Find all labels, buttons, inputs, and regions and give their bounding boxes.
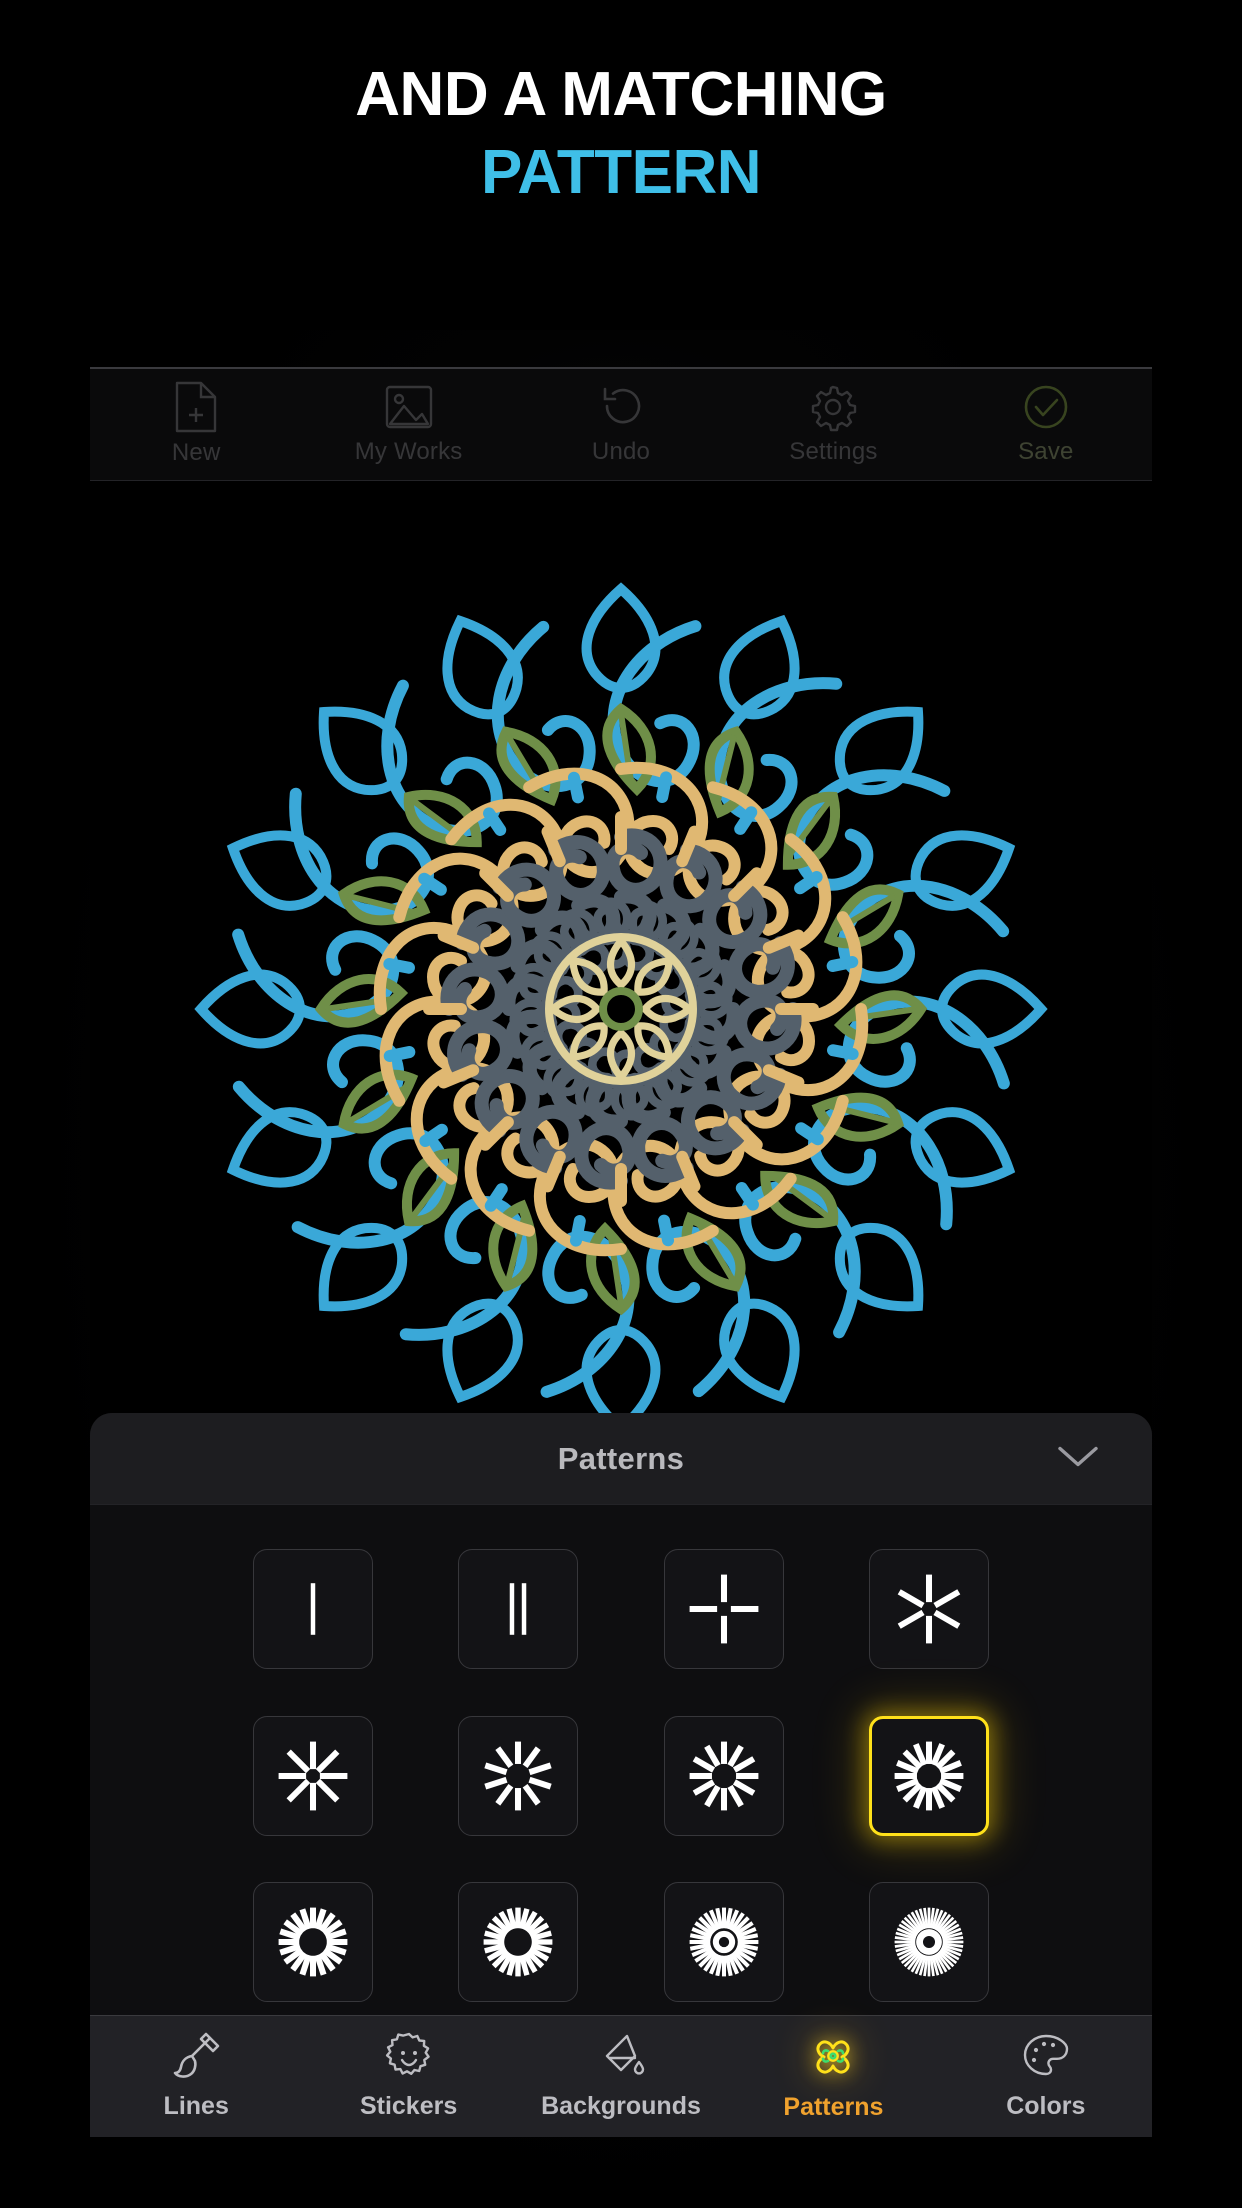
- brush-icon: [172, 2032, 220, 2085]
- nav-label-colors: Colors: [1006, 2092, 1086, 2120]
- toolbar-button-new[interactable]: New: [90, 381, 302, 467]
- pattern-12-spokes-glyph: [689, 1741, 759, 1811]
- pattern-48-spokes-glyph: [894, 1907, 964, 1977]
- pattern-1-line-glyph: [310, 1583, 315, 1635]
- patterns-panel-header: Patterns: [90, 1413, 1152, 1505]
- gear-icon: [808, 382, 858, 432]
- bottom-nav: Lines Stickers Backgrounds Patterns Colo…: [90, 2015, 1152, 2137]
- pattern-tile-9[interactable]: [252, 1882, 373, 2003]
- promo-header: AND A MATCHING PATTERN: [0, 0, 1242, 260]
- toolbar-button-undo[interactable]: Undo: [515, 382, 727, 466]
- pattern-16-spokes-glyph: [894, 1741, 964, 1811]
- pattern-tile-1[interactable]: [252, 1549, 373, 1669]
- pattern-tile-11[interactable]: [663, 1882, 784, 2003]
- pattern-6-spokes-glyph: [897, 1574, 961, 1644]
- nav-item-stickers[interactable]: Stickers: [302, 2032, 514, 2121]
- paint-bucket-icon: [597, 2032, 645, 2085]
- pattern-tile-10[interactable]: [458, 1882, 579, 2003]
- check-circle-icon: [1021, 382, 1071, 432]
- pattern-tile-4[interactable]: [869, 1549, 990, 1669]
- app-screenshot: New My Works Undo Settings Save Patterns…: [90, 367, 1152, 2137]
- drawing-canvas[interactable]: [90, 481, 1152, 1536]
- new-file-icon: [173, 381, 219, 433]
- image-icon: [384, 382, 434, 432]
- pattern-4-spokes-glyph: [689, 1574, 759, 1644]
- toolbar-button-my-works[interactable]: My Works: [302, 382, 514, 466]
- chevron-down-icon[interactable]: [1056, 1443, 1100, 1474]
- pattern-tile-6[interactable]: [458, 1715, 579, 1836]
- pattern-tile-7[interactable]: [663, 1715, 784, 1836]
- nav-item-colors[interactable]: Colors: [940, 2032, 1152, 2121]
- app-toolbar: New My Works Undo Settings Save: [90, 367, 1152, 481]
- pattern-10-spokes-glyph: [484, 1741, 552, 1811]
- toolbar-label-undo: Undo: [591, 437, 651, 465]
- nav-item-patterns[interactable]: Patterns: [727, 2031, 939, 2122]
- pattern-tile-5[interactable]: [252, 1715, 373, 1836]
- nav-label-backgrounds: Backgrounds: [541, 2092, 701, 2120]
- pattern-tile-8[interactable]: [869, 1715, 990, 1836]
- pattern-24-spokes-glyph: [483, 1907, 553, 1977]
- mandala-artwork: [121, 509, 1121, 1509]
- pattern-2-lines-glyph: [509, 1583, 527, 1635]
- nav-item-lines[interactable]: Lines: [90, 2032, 302, 2121]
- toolbar-button-save[interactable]: Save: [940, 382, 1152, 466]
- toolbar-label-my-works: My Works: [354, 437, 463, 465]
- promo-headline-line1: AND A MATCHING: [355, 60, 887, 129]
- pattern-tile-2[interactable]: [458, 1549, 579, 1669]
- nav-label-patterns: Patterns: [783, 2093, 884, 2121]
- patterns-grid: [90, 1505, 1152, 2015]
- nav-label-stickers: Stickers: [359, 2092, 458, 2120]
- pattern-tile-3[interactable]: [663, 1549, 784, 1669]
- pattern-20-spokes-glyph: [278, 1907, 348, 1977]
- toolbar-label-new: New: [171, 438, 221, 466]
- pattern-tile-12[interactable]: [869, 1882, 990, 2003]
- toolbar-button-settings[interactable]: Settings: [727, 382, 939, 466]
- panel-title: Patterns: [557, 1440, 685, 1476]
- palette-icon: [1022, 2032, 1070, 2085]
- toolbar-label-settings: Settings: [789, 437, 878, 465]
- patterns-panel: Patterns: [90, 1413, 1152, 2015]
- pattern-8-spokes-glyph: [278, 1741, 348, 1811]
- pattern-32-spokes-glyph: [689, 1907, 759, 1977]
- undo-icon: [596, 382, 646, 432]
- nav-label-lines: Lines: [163, 2092, 229, 2120]
- nav-item-backgrounds[interactable]: Backgrounds: [515, 2032, 727, 2121]
- flower-icon: [808, 2031, 858, 2086]
- promo-headline-line2: PATTERN: [480, 137, 762, 207]
- sticker-icon: [385, 2032, 433, 2085]
- toolbar-label-save: Save: [1018, 437, 1074, 465]
